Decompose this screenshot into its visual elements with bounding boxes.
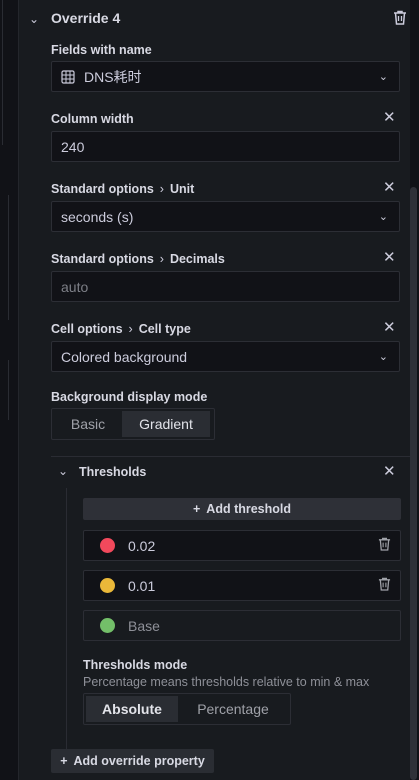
threshold-value[interactable]: 0.01	[128, 578, 155, 594]
threshold-row[interactable]: 0.02	[83, 530, 401, 561]
trash-icon[interactable]	[393, 10, 407, 28]
chevron-down-icon: ⌄	[378, 351, 388, 363]
chevron-down-icon[interactable]: ⌄	[29, 12, 39, 26]
chevron-down-icon[interactable]: ⌄	[58, 464, 68, 478]
chevron-down-icon: ⌄	[378, 71, 388, 83]
trash-icon[interactable]	[378, 537, 391, 554]
close-icon[interactable]: ✕	[383, 108, 396, 126]
threshold-row[interactable]: 0.01	[83, 570, 401, 601]
plus-icon: +	[60, 754, 68, 768]
thresholds-mode-percentage[interactable]: Percentage	[178, 696, 288, 722]
add-threshold-button[interactable]: + Add threshold	[83, 498, 401, 520]
fields-with-name-select[interactable]: DNS耗时 ⌄	[51, 61, 400, 92]
column-width-label: Column width	[51, 112, 134, 126]
unit-value: seconds (s)	[61, 208, 134, 225]
unit-label: Standard options › Unit	[51, 182, 195, 196]
bg-mode-label: Background display mode	[51, 390, 208, 404]
cell-type-select[interactable]: Colored background ⌄	[51, 341, 400, 372]
threshold-row-base: Base	[83, 610, 401, 641]
close-icon[interactable]: ✕	[383, 248, 396, 266]
column-width-value: 240	[61, 138, 85, 155]
thresholds-mode-hint: Percentage means thresholds relative to …	[83, 675, 370, 689]
thresholds-mode-absolute[interactable]: Absolute	[86, 696, 178, 722]
threshold-value: Base	[128, 618, 160, 634]
bg-mode-radio-group: Basic Gradient	[51, 408, 215, 440]
left-gutter	[0, 0, 18, 780]
plus-icon: +	[192, 502, 201, 516]
cell-type-label: Cell options › Cell type	[51, 322, 191, 336]
cell-type-value: Colored background	[61, 348, 188, 365]
thresholds-label: Thresholds	[79, 465, 147, 479]
add-override-property-button[interactable]: + Add override property	[51, 749, 214, 773]
divider	[51, 456, 410, 457]
thresholds-mode-radio-group: Absolute Percentage	[83, 693, 291, 725]
close-icon[interactable]: ✕	[383, 462, 396, 480]
decimals-label: Standard options › Decimals	[51, 252, 225, 266]
close-icon[interactable]: ✕	[383, 318, 396, 336]
chevron-down-icon: ⌄	[378, 211, 388, 223]
column-width-input[interactable]: 240	[51, 131, 400, 162]
threshold-color-swatch[interactable]	[100, 618, 115, 633]
fields-with-name-label: Fields with name	[51, 43, 152, 57]
threshold-color-swatch[interactable]	[100, 538, 115, 553]
decimals-input[interactable]: auto	[51, 271, 400, 302]
field-grid-icon	[61, 69, 75, 84]
unit-select[interactable]: seconds (s) ⌄	[51, 201, 400, 232]
decimals-placeholder: auto	[61, 278, 89, 295]
threshold-color-swatch[interactable]	[100, 578, 115, 593]
threshold-value[interactable]: 0.02	[128, 538, 155, 554]
bg-mode-basic[interactable]: Basic	[54, 411, 122, 437]
close-icon[interactable]: ✕	[383, 178, 396, 196]
thresholds-mode-label: Thresholds mode	[83, 658, 188, 672]
scrollbar-thumb[interactable]	[410, 187, 417, 780]
trash-icon[interactable]	[378, 577, 391, 594]
fields-with-name-value: DNS耗时	[84, 68, 142, 85]
thresholds-indent-line	[66, 488, 67, 750]
bg-mode-gradient[interactable]: Gradient	[122, 411, 210, 437]
override-title: Override 4	[51, 10, 121, 26]
